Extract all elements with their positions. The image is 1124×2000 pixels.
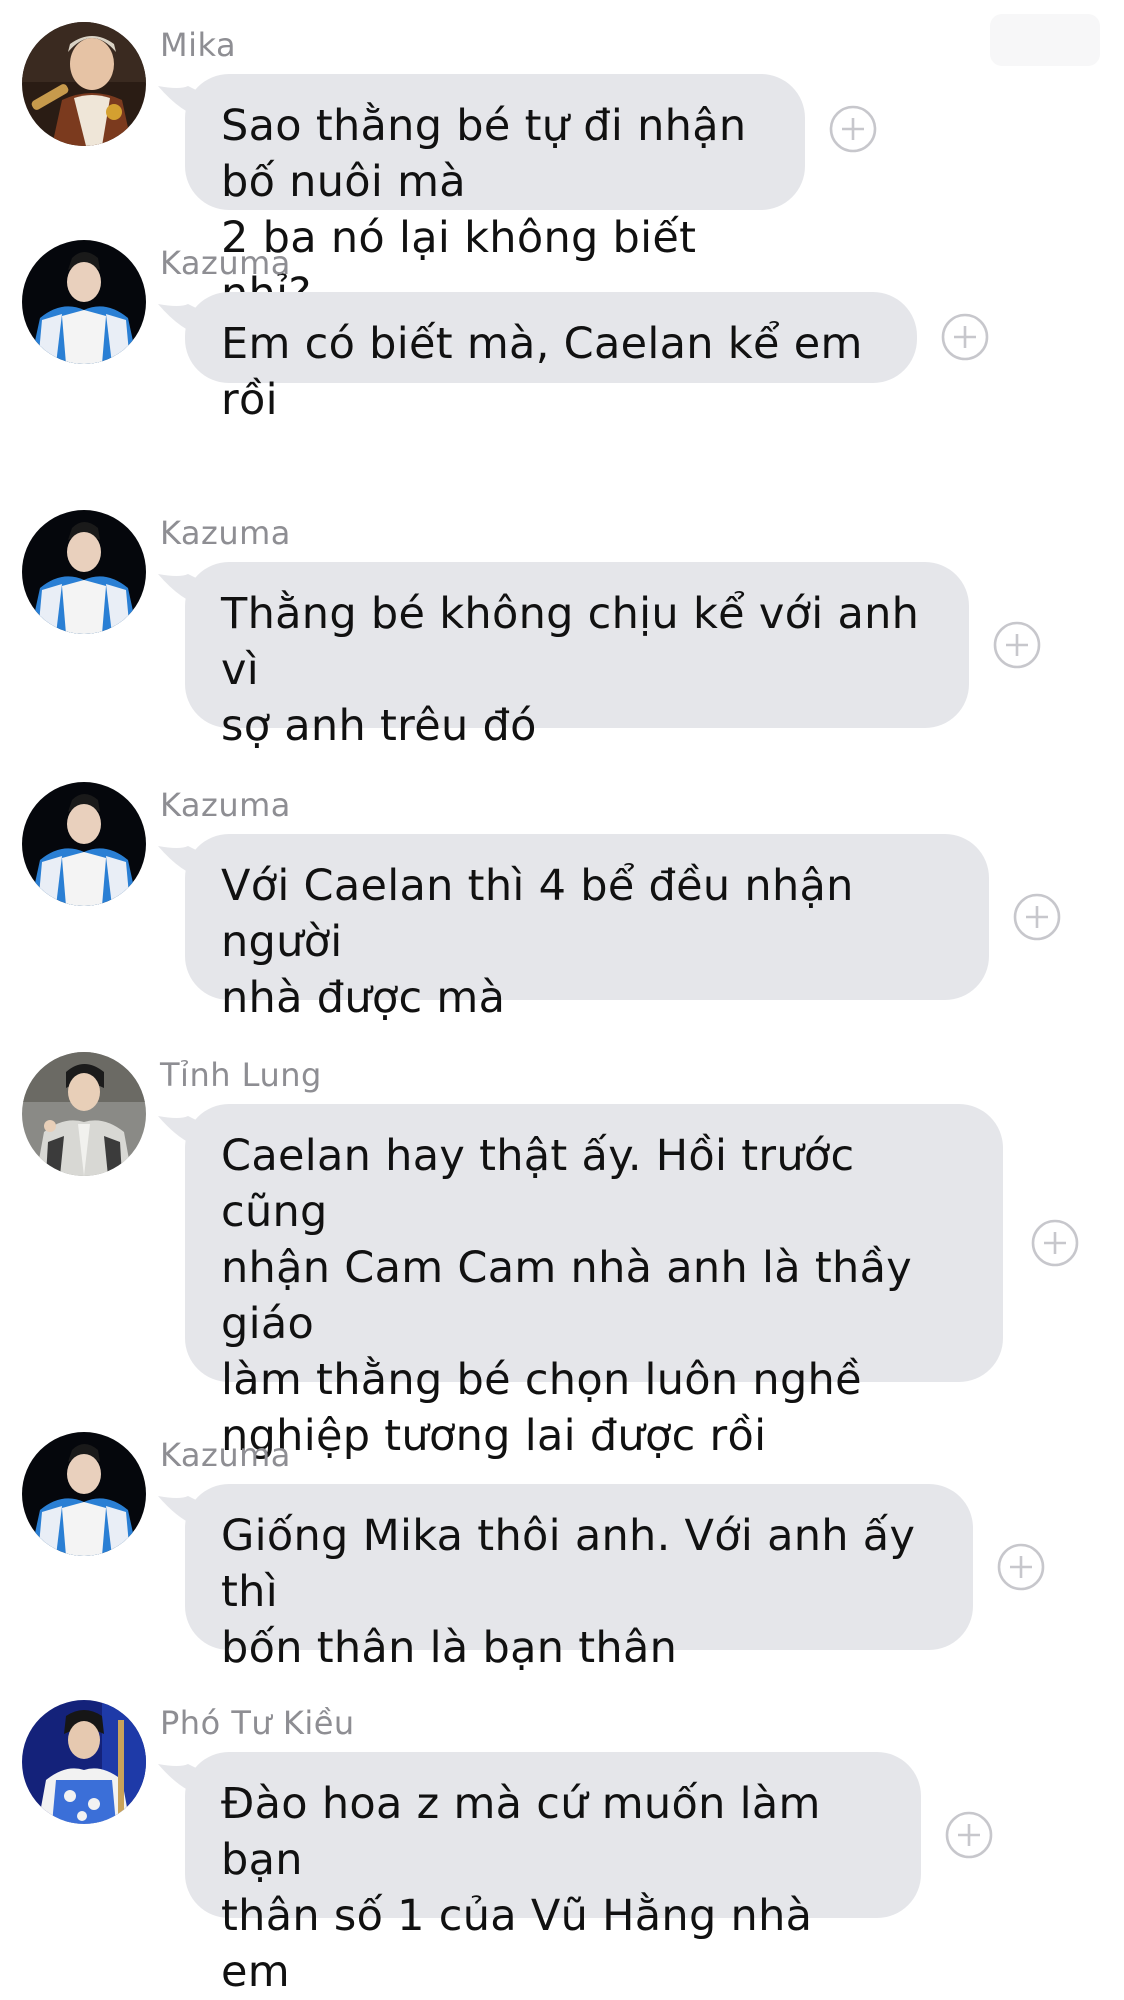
message-text: Em có biết mà, Caelan kể em rồi	[221, 319, 863, 425]
message-text: Đào hoa z mà cứ muốn làm bạn thân số 1 c…	[221, 1779, 821, 1997]
sender-name: Kazuma	[160, 1436, 291, 1474]
message-bubble[interactable]: Sao thằng bé tự đi nhận bố nuôi mà 2 ba …	[185, 74, 805, 319]
message-text: Caelan hay thật ấy. Hồi trước cũng nhận …	[221, 1131, 912, 1461]
add-reaction-icon[interactable]	[990, 618, 1044, 672]
add-reaction-icon[interactable]	[942, 1808, 996, 1862]
message-text: Với Caelan thì 4 bể đều nhận người nhà đ…	[221, 861, 854, 1023]
message-text: Sao thằng bé tự đi nhận bố nuôi mà 2 ba …	[221, 101, 747, 319]
avatar-kazuma-icon[interactable]	[22, 240, 146, 364]
message-bubble[interactable]: Caelan hay thật ấy. Hồi trước cũng nhận …	[185, 1104, 1003, 1461]
message-text: Giống Mika thôi anh. Với anh ấy thì bốn …	[221, 1511, 916, 1673]
avatar-kazuma-icon[interactable]	[22, 510, 146, 634]
avatar-tinh-lung-icon[interactable]	[22, 1052, 146, 1176]
sender-name: Mika	[160, 26, 237, 64]
avatar-mika-icon[interactable]	[22, 22, 146, 146]
add-reaction-icon[interactable]	[1028, 1216, 1082, 1270]
chat-thread: Mika Sao thằng bé tự đi nhận bố nuôi mà …	[0, 0, 1124, 1997]
add-reaction-icon[interactable]	[994, 1540, 1048, 1594]
message-bubble[interactable]: Đào hoa z mà cứ muốn làm bạn thân số 1 c…	[185, 1752, 921, 1997]
sender-name: Tỉnh Lung	[160, 1056, 322, 1094]
avatar-pho-tu-kieu-icon[interactable]	[22, 1700, 146, 1824]
sender-name: Kazuma	[160, 244, 291, 282]
sender-name: Kazuma	[160, 786, 291, 824]
message-bubble[interactable]: Giống Mika thôi anh. Với anh ấy thì bốn …	[185, 1484, 973, 1673]
sender-name: Phó Tư Kiều	[160, 1704, 355, 1742]
message-text: Thằng bé không chịu kể với anh vì sợ anh…	[221, 589, 920, 751]
avatar-kazuma-icon[interactable]	[22, 1432, 146, 1556]
message-bubble[interactable]: Với Caelan thì 4 bể đều nhận người nhà đ…	[185, 834, 989, 1023]
message-bubble[interactable]: Em có biết mà, Caelan kể em rồi	[185, 292, 917, 425]
add-reaction-icon[interactable]	[1010, 890, 1064, 944]
sender-name: Kazuma	[160, 514, 291, 552]
top-corner-overlay	[990, 14, 1100, 66]
message-bubble[interactable]: Thằng bé không chịu kể với anh vì sợ anh…	[185, 562, 969, 751]
add-reaction-icon[interactable]	[938, 310, 992, 364]
avatar-kazuma-icon[interactable]	[22, 782, 146, 906]
add-reaction-icon[interactable]	[826, 102, 880, 156]
